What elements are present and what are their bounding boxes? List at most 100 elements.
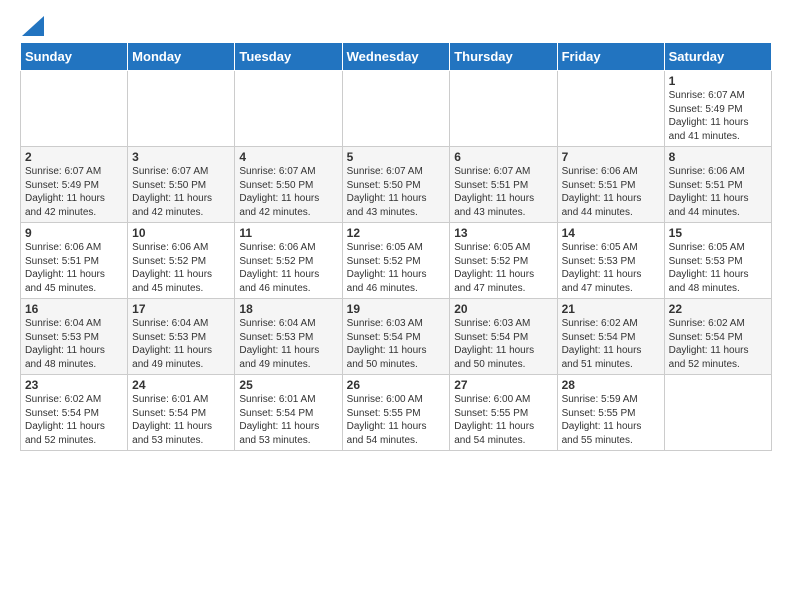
calendar-cell: 28Sunrise: 5:59 AM Sunset: 5:55 PM Dayli… xyxy=(557,375,664,451)
day-info: Sunrise: 6:03 AM Sunset: 5:54 PM Dayligh… xyxy=(454,317,552,371)
calendar-cell: 18Sunrise: 6:04 AM Sunset: 5:53 PM Dayli… xyxy=(235,299,342,375)
day-info: Sunrise: 6:06 AM Sunset: 5:51 PM Dayligh… xyxy=(562,165,660,219)
day-number: 18 xyxy=(239,302,337,316)
calendar-cell: 6Sunrise: 6:07 AM Sunset: 5:51 PM Daylig… xyxy=(450,147,557,223)
page: SundayMondayTuesdayWednesdayThursdayFrid… xyxy=(0,0,792,461)
calendar-cell: 1Sunrise: 6:07 AM Sunset: 5:49 PM Daylig… xyxy=(664,71,771,147)
calendar-cell: 10Sunrise: 6:06 AM Sunset: 5:52 PM Dayli… xyxy=(128,223,235,299)
calendar-cell: 26Sunrise: 6:00 AM Sunset: 5:55 PM Dayli… xyxy=(342,375,450,451)
calendar-cell: 7Sunrise: 6:06 AM Sunset: 5:51 PM Daylig… xyxy=(557,147,664,223)
weekday-header-friday: Friday xyxy=(557,43,664,71)
calendar-cell: 2Sunrise: 6:07 AM Sunset: 5:49 PM Daylig… xyxy=(21,147,128,223)
calendar-cell: 3Sunrise: 6:07 AM Sunset: 5:50 PM Daylig… xyxy=(128,147,235,223)
day-info: Sunrise: 6:02 AM Sunset: 5:54 PM Dayligh… xyxy=(669,317,767,371)
weekday-header-thursday: Thursday xyxy=(450,43,557,71)
calendar-cell xyxy=(21,71,128,147)
calendar-table: SundayMondayTuesdayWednesdayThursdayFrid… xyxy=(20,42,772,451)
day-number: 17 xyxy=(132,302,230,316)
calendar-cell xyxy=(235,71,342,147)
day-number: 5 xyxy=(347,150,446,164)
calendar-header: SundayMondayTuesdayWednesdayThursdayFrid… xyxy=(21,43,772,71)
day-info: Sunrise: 6:04 AM Sunset: 5:53 PM Dayligh… xyxy=(25,317,123,371)
day-info: Sunrise: 6:07 AM Sunset: 5:50 PM Dayligh… xyxy=(239,165,337,219)
calendar-cell: 13Sunrise: 6:05 AM Sunset: 5:52 PM Dayli… xyxy=(450,223,557,299)
day-number: 3 xyxy=(132,150,230,164)
weekday-header-wednesday: Wednesday xyxy=(342,43,450,71)
day-info: Sunrise: 6:07 AM Sunset: 5:49 PM Dayligh… xyxy=(25,165,123,219)
day-number: 4 xyxy=(239,150,337,164)
day-number: 28 xyxy=(562,378,660,392)
day-number: 9 xyxy=(25,226,123,240)
calendar-cell: 24Sunrise: 6:01 AM Sunset: 5:54 PM Dayli… xyxy=(128,375,235,451)
calendar-cell xyxy=(342,71,450,147)
day-number: 24 xyxy=(132,378,230,392)
day-number: 22 xyxy=(669,302,767,316)
day-number: 7 xyxy=(562,150,660,164)
week-row-4: 16Sunrise: 6:04 AM Sunset: 5:53 PM Dayli… xyxy=(21,299,772,375)
calendar-cell: 12Sunrise: 6:05 AM Sunset: 5:52 PM Dayli… xyxy=(342,223,450,299)
day-number: 15 xyxy=(669,226,767,240)
week-row-1: 1Sunrise: 6:07 AM Sunset: 5:49 PM Daylig… xyxy=(21,71,772,147)
calendar-cell: 19Sunrise: 6:03 AM Sunset: 5:54 PM Dayli… xyxy=(342,299,450,375)
day-info: Sunrise: 6:04 AM Sunset: 5:53 PM Dayligh… xyxy=(239,317,337,371)
day-number: 19 xyxy=(347,302,446,316)
day-info: Sunrise: 6:07 AM Sunset: 5:50 PM Dayligh… xyxy=(347,165,446,219)
day-info: Sunrise: 6:07 AM Sunset: 5:51 PM Dayligh… xyxy=(454,165,552,219)
day-info: Sunrise: 6:05 AM Sunset: 5:52 PM Dayligh… xyxy=(347,241,446,295)
logo-icon xyxy=(22,16,44,36)
day-info: Sunrise: 5:59 AM Sunset: 5:55 PM Dayligh… xyxy=(562,393,660,447)
day-number: 27 xyxy=(454,378,552,392)
header xyxy=(20,16,772,36)
week-row-5: 23Sunrise: 6:02 AM Sunset: 5:54 PM Dayli… xyxy=(21,375,772,451)
calendar-cell: 27Sunrise: 6:00 AM Sunset: 5:55 PM Dayli… xyxy=(450,375,557,451)
day-info: Sunrise: 6:06 AM Sunset: 5:51 PM Dayligh… xyxy=(669,165,767,219)
calendar-cell: 5Sunrise: 6:07 AM Sunset: 5:50 PM Daylig… xyxy=(342,147,450,223)
day-info: Sunrise: 6:04 AM Sunset: 5:53 PM Dayligh… xyxy=(132,317,230,371)
weekday-header-tuesday: Tuesday xyxy=(235,43,342,71)
weekday-header-saturday: Saturday xyxy=(664,43,771,71)
day-info: Sunrise: 6:01 AM Sunset: 5:54 PM Dayligh… xyxy=(239,393,337,447)
day-number: 10 xyxy=(132,226,230,240)
weekday-header-monday: Monday xyxy=(128,43,235,71)
calendar-cell: 21Sunrise: 6:02 AM Sunset: 5:54 PM Dayli… xyxy=(557,299,664,375)
calendar-cell xyxy=(664,375,771,451)
calendar-body: 1Sunrise: 6:07 AM Sunset: 5:49 PM Daylig… xyxy=(21,71,772,451)
day-info: Sunrise: 6:01 AM Sunset: 5:54 PM Dayligh… xyxy=(132,393,230,447)
calendar-cell: 23Sunrise: 6:02 AM Sunset: 5:54 PM Dayli… xyxy=(21,375,128,451)
calendar-cell: 9Sunrise: 6:06 AM Sunset: 5:51 PM Daylig… xyxy=(21,223,128,299)
day-info: Sunrise: 6:05 AM Sunset: 5:53 PM Dayligh… xyxy=(562,241,660,295)
day-number: 12 xyxy=(347,226,446,240)
calendar-cell: 16Sunrise: 6:04 AM Sunset: 5:53 PM Dayli… xyxy=(21,299,128,375)
week-row-2: 2Sunrise: 6:07 AM Sunset: 5:49 PM Daylig… xyxy=(21,147,772,223)
day-info: Sunrise: 6:00 AM Sunset: 5:55 PM Dayligh… xyxy=(454,393,552,447)
day-info: Sunrise: 6:02 AM Sunset: 5:54 PM Dayligh… xyxy=(25,393,123,447)
weekday-row: SundayMondayTuesdayWednesdayThursdayFrid… xyxy=(21,43,772,71)
calendar-cell: 17Sunrise: 6:04 AM Sunset: 5:53 PM Dayli… xyxy=(128,299,235,375)
calendar-cell xyxy=(557,71,664,147)
day-info: Sunrise: 6:06 AM Sunset: 5:51 PM Dayligh… xyxy=(25,241,123,295)
day-info: Sunrise: 6:06 AM Sunset: 5:52 PM Dayligh… xyxy=(132,241,230,295)
day-number: 11 xyxy=(239,226,337,240)
day-number: 14 xyxy=(562,226,660,240)
calendar-cell xyxy=(128,71,235,147)
calendar-cell xyxy=(450,71,557,147)
weekday-header-sunday: Sunday xyxy=(21,43,128,71)
calendar-cell: 4Sunrise: 6:07 AM Sunset: 5:50 PM Daylig… xyxy=(235,147,342,223)
calendar-cell: 11Sunrise: 6:06 AM Sunset: 5:52 PM Dayli… xyxy=(235,223,342,299)
day-number: 25 xyxy=(239,378,337,392)
day-number: 26 xyxy=(347,378,446,392)
day-info: Sunrise: 6:07 AM Sunset: 5:49 PM Dayligh… xyxy=(669,89,767,143)
logo-text xyxy=(20,16,44,36)
calendar-cell: 15Sunrise: 6:05 AM Sunset: 5:53 PM Dayli… xyxy=(664,223,771,299)
day-info: Sunrise: 6:02 AM Sunset: 5:54 PM Dayligh… xyxy=(562,317,660,371)
day-info: Sunrise: 6:07 AM Sunset: 5:50 PM Dayligh… xyxy=(132,165,230,219)
day-number: 8 xyxy=(669,150,767,164)
week-row-3: 9Sunrise: 6:06 AM Sunset: 5:51 PM Daylig… xyxy=(21,223,772,299)
day-number: 1 xyxy=(669,74,767,88)
day-info: Sunrise: 6:03 AM Sunset: 5:54 PM Dayligh… xyxy=(347,317,446,371)
day-number: 21 xyxy=(562,302,660,316)
day-number: 13 xyxy=(454,226,552,240)
calendar-cell: 25Sunrise: 6:01 AM Sunset: 5:54 PM Dayli… xyxy=(235,375,342,451)
calendar-cell: 22Sunrise: 6:02 AM Sunset: 5:54 PM Dayli… xyxy=(664,299,771,375)
day-info: Sunrise: 6:00 AM Sunset: 5:55 PM Dayligh… xyxy=(347,393,446,447)
